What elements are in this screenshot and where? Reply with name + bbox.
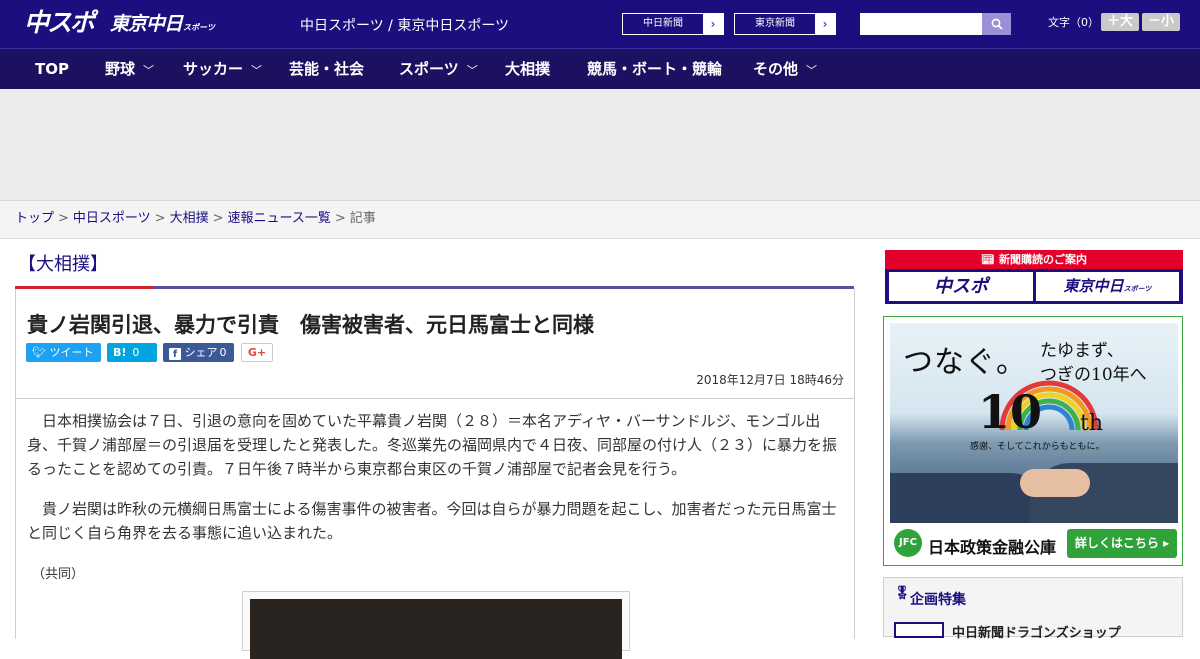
feature-item[interactable]: 中日新聞ドラゴンズショップ <box>952 622 1121 641</box>
chevron-down-icon: ﹀ <box>466 64 478 77</box>
feature-title: 企画特集 <box>910 592 966 608</box>
subscribe-tokyo-logo-small: スポーツ <box>1123 285 1152 293</box>
publish-date: 2018年12月7日 18時46分 <box>696 373 844 387</box>
search-input[interactable] <box>860 13 982 35</box>
tokyo-shimbun-link[interactable]: 東京新聞 › <box>734 13 836 35</box>
breadcrumb-separator: > <box>58 211 69 226</box>
article-paragraph: 日本相撲協会は７日、引退の意向を固めていた平幕貴ノ岩関（２８）＝本名アディヤ・バ… <box>27 412 838 478</box>
subscription-heading-text: 新聞購読のご案内 <box>998 253 1087 266</box>
nav-label: スポーツ <box>399 60 459 78</box>
article-paragraph: 貴ノ岩関は昨秋の元横綱日馬富士による傷害事件の被害者。今回は自らが暴力問題を起こ… <box>27 500 837 542</box>
subscription-banner[interactable]: 📰︎ 新聞購読のご案内 中スポ 東京中日スポーツ <box>885 250 1183 304</box>
ad-image: つなぐ。 たゆまず、 つぎの10年へ 10 th 感謝、そしてこれからもともに。 <box>890 323 1178 523</box>
google-plus-button[interactable]: G+ <box>241 343 273 362</box>
hatena-icon: B! <box>113 346 127 359</box>
tokyo-logo-small: スポーツ <box>183 23 215 32</box>
photo-image <box>250 599 622 659</box>
hatena-bookmark-button[interactable]: B! 0 <box>107 343 157 362</box>
nav-label: 競馬・ボート・競輪 <box>587 60 723 78</box>
font-size-label: 文字（0） <box>1048 16 1099 29</box>
chuspo-logo[interactable]: 中スポ <box>24 8 95 38</box>
main-nav: TOP 野球 ﹀ サッカー ﹀ 芸能・社会 スポーツ ﹀ 大相撲 競馬・ボート・競輪 … <box>0 48 1200 89</box>
chevron-down-icon: ﹀ <box>251 64 263 77</box>
article-body: 日本相撲協会は７日、引退の意向を固めていた平幕貴ノ岩関（２８）＝本名アディヤ・バ… <box>15 399 855 659</box>
breadcrumb-chunichi-sports[interactable]: 中日スポーツ <box>73 211 151 226</box>
article-photo[interactable] <box>242 591 630 659</box>
article-headline: 貴ノ岩関引退、暴力で引責 傷害被害者、元日馬富士と同様 <box>27 313 594 337</box>
feature-thumbnail[interactable] <box>894 622 944 638</box>
nav-soccer[interactable]: サッカー ﹀ <box>183 49 262 89</box>
site-tagline: 中日スポーツ / 東京中日スポーツ <box>300 18 510 34</box>
site-header: 中スポ 東京中日スポーツ 中日スポーツ / 東京中日スポーツ 中日新聞 › 東京… <box>0 0 1200 48</box>
article-header: 貴ノ岩関引退、暴力で引責 傷害被害者、元日馬富士と同様 🐦︎ ツイート B! 0 … <box>15 289 855 399</box>
breadcrumb-separator: > <box>334 211 346 226</box>
ad-number-suffix: th <box>1080 411 1104 436</box>
nav-label: 野球 <box>105 60 136 78</box>
nav-sumo[interactable]: 大相撲 <box>505 49 550 89</box>
ad-subline: たゆまず、 <box>1040 341 1124 361</box>
nav-label: 芸能・社会 <box>289 60 365 78</box>
breadcrumb-separator: > <box>154 211 166 226</box>
handshake-hands <box>1020 469 1090 497</box>
nav-label: TOP <box>35 60 69 78</box>
article-credit: （共同） <box>32 567 85 582</box>
tweet-button[interactable]: 🐦︎ ツイート <box>26 343 101 362</box>
nav-label: サッカー <box>183 60 244 78</box>
breadcrumb-sumo[interactable]: 大相撲 <box>170 211 209 226</box>
search-button[interactable] <box>982 13 1011 35</box>
ad-number: 10 <box>978 385 1043 439</box>
breadcrumb-news-list[interactable]: 速報ニュース一覧 <box>228 211 331 226</box>
nav-other[interactable]: その他 ﹀ <box>753 49 817 89</box>
breadcrumb-separator: > <box>212 211 224 226</box>
breadcrumb: トップ > 中日スポーツ > 大相撲 > 速報ニュース一覧 > 記事 <box>0 201 1200 239</box>
subscribe-tokyo-chunichi-logo[interactable]: 東京中日スポーツ <box>1036 272 1179 301</box>
hatena-count: 0 <box>132 346 140 359</box>
nav-sports[interactable]: スポーツ ﹀ <box>399 49 478 89</box>
twitter-icon: 🐦︎ <box>32 346 46 359</box>
link-label: 東京新聞 <box>755 18 795 29</box>
category-tag: 【大相撲】 <box>18 254 108 275</box>
facebook-share-label: シェア <box>184 346 218 359</box>
tokyo-chunichi-logo[interactable]: 東京中日スポーツ <box>110 10 215 38</box>
nav-baseball[interactable]: 野球 ﹀ <box>105 49 154 89</box>
nav-entertainment[interactable]: 芸能・社会 <box>289 49 364 89</box>
subscription-heading: 📰︎ 新聞購読のご案内 <box>885 250 1183 269</box>
ribbon-icon: 🎖︎ <box>894 586 911 601</box>
subscribe-tokyo-logo-text: 東京中日 <box>1063 277 1124 295</box>
link-label: 中日新聞 <box>643 18 683 29</box>
nav-racing[interactable]: 競馬・ボート・競輪 <box>587 49 722 89</box>
breadcrumb-current: 記事 <box>349 211 376 226</box>
feature-section: 🎖︎ 企画特集 中日新聞ドラゴンズショップ <box>883 577 1183 641</box>
jfc-org-name: 日本政策金融公庫 <box>928 538 1057 557</box>
chevron-down-icon: ﹀ <box>143 64 155 77</box>
font-bigger-button[interactable]: ＋大 <box>1101 13 1139 31</box>
ad-banner-area <box>0 89 1200 201</box>
facebook-share-button[interactable]: f シェア 0 <box>163 343 234 362</box>
tweet-label: ツイート <box>49 346 94 359</box>
nav-label: その他 <box>753 60 799 78</box>
subscribe-chuspo-logo[interactable]: 中スポ <box>889 272 1033 301</box>
chevron-down-icon: ﹀ <box>806 64 818 77</box>
jfc-logo: JFC <box>894 529 922 557</box>
chevron-right-icon: › <box>815 14 835 34</box>
search-icon <box>991 18 1003 30</box>
jfc-advertisement[interactable]: つなぐ。 たゆまず、 つぎの10年へ 10 th 感謝、そしてこれからもともに。… <box>883 316 1183 566</box>
facebook-share-count: 0 <box>219 346 227 359</box>
nav-top[interactable]: TOP <box>35 49 69 89</box>
facebook-icon: f <box>169 348 181 360</box>
chunichi-shimbun-link[interactable]: 中日新聞 › <box>622 13 724 35</box>
chevron-right-icon: › <box>703 14 723 34</box>
ad-thanks: 感謝、そしてこれからもともに。 <box>970 442 1105 452</box>
breadcrumb-top[interactable]: トップ <box>15 211 54 226</box>
font-smaller-button[interactable]: －小 <box>1142 13 1180 31</box>
nav-label: 大相撲 <box>505 60 551 78</box>
ad-cta-button[interactable]: 詳しくはこちら ▸ <box>1067 529 1177 558</box>
tokyo-logo-text: 東京中日 <box>110 13 183 35</box>
newspaper-icon: 📰︎ <box>981 253 995 266</box>
